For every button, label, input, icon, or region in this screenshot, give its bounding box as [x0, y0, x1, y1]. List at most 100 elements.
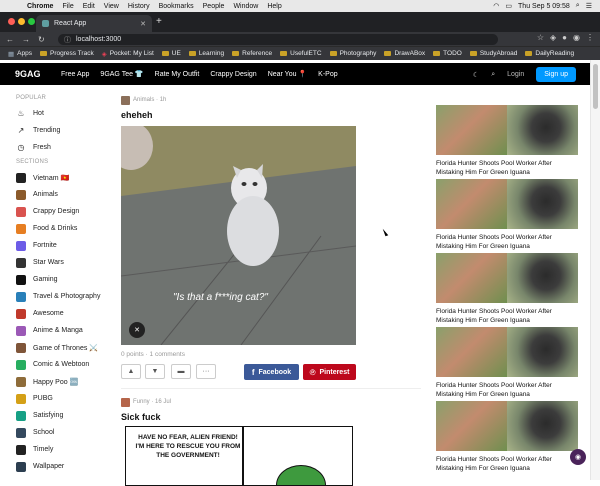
bookmark-item[interactable]: UsefulETC	[280, 50, 322, 57]
back-icon[interactable]: ←	[6, 35, 16, 44]
featured-title[interactable]: Florida Hunter Shoots Pool Worker After …	[436, 233, 578, 251]
sidebar-item-section[interactable]: Food & Drinks	[16, 220, 106, 237]
menu-people[interactable]: People	[203, 3, 225, 10]
post-section[interactable]: Funny	[133, 399, 150, 405]
nav-rate-my-outfit[interactable]: Rate My Outfit	[155, 71, 200, 78]
bookmark-item[interactable]: UE	[161, 50, 181, 57]
bookmark-item[interactable]: DrawABox	[384, 50, 425, 57]
bookmark-item[interactable]: TODO	[433, 50, 462, 57]
tab-react-app[interactable]: React App ✕	[36, 15, 152, 32]
post-title[interactable]: eheheh	[121, 110, 421, 122]
menu-help[interactable]: Help	[267, 3, 281, 10]
featured-thumbnail[interactable]	[436, 105, 578, 155]
bookmark-item[interactable]: StudyAbroad	[469, 50, 517, 57]
mute-icon[interactable]: ✕	[129, 322, 145, 338]
zoom-window-icon[interactable]	[28, 18, 35, 25]
sidebar-item-section[interactable]: PUBG	[16, 390, 106, 407]
featured-title[interactable]: Florida Hunter Shoots Pool Worker After …	[436, 159, 578, 177]
bookmark-item[interactable]: ▦ Apps	[8, 50, 32, 58]
bookmark-item[interactable]: Reference	[232, 50, 272, 57]
featured-title[interactable]: Florida Hunter Shoots Pool Worker After …	[436, 381, 578, 399]
sidebar-item-section[interactable]: Anime & Manga	[16, 322, 106, 339]
bookmark-item[interactable]: ◈ Pocket: My List	[102, 50, 154, 58]
menu-file[interactable]: File	[62, 3, 73, 10]
menu-bookmarks[interactable]: Bookmarks	[159, 3, 194, 10]
featured-thumbnail[interactable]	[436, 401, 578, 451]
featured-thumbnail[interactable]	[436, 179, 578, 229]
sidebar-item-section[interactable]: Gaming	[16, 271, 106, 288]
sidebar-item-section[interactable]: Crappy Design	[16, 203, 106, 220]
menu-edit[interactable]: Edit	[83, 3, 95, 10]
featured-card[interactable]: Florida Hunter Shoots Pool Worker After …	[436, 401, 578, 475]
sidebar-item-section[interactable]: Satisfying	[16, 407, 106, 424]
profile-icon[interactable]: ◉	[573, 33, 580, 42]
site-logo[interactable]: 9GAG	[15, 69, 50, 79]
nav-crappy-design[interactable]: Crappy Design	[210, 71, 256, 78]
featured-card[interactable]: Florida Hunter Shoots Pool Worker After …	[436, 253, 578, 327]
bookmark-item[interactable]: DailyReading	[525, 50, 574, 57]
sidebar-item-section[interactable]: Animals	[16, 186, 106, 203]
sidebar-item-section[interactable]: Awesome	[16, 305, 106, 322]
sidebar-item-section[interactable]: Wallpaper	[16, 458, 106, 475]
menu-list-icon[interactable]: ☰	[586, 2, 592, 10]
upvote-button[interactable]: ▲	[121, 364, 141, 379]
close-tab-icon[interactable]: ✕	[140, 20, 146, 28]
bookmark-item[interactable]: Photography	[329, 50, 376, 57]
sidebar-item-trending[interactable]: ↗ Trending	[16, 122, 106, 139]
page-scrollbar[interactable]	[590, 60, 600, 480]
post-section[interactable]: Animals	[133, 97, 154, 103]
nav-free-app[interactable]: Free App	[61, 71, 89, 78]
comment-button[interactable]: ▬	[171, 364, 191, 379]
more-icon[interactable]: ⋮	[586, 33, 594, 42]
scrollbar-thumb[interactable]	[593, 64, 598, 109]
dark-mode-icon[interactable]: ☾	[473, 71, 479, 79]
sidebar-item-section[interactable]: Timely	[16, 441, 106, 458]
sidebar-item-fresh[interactable]: ◷ Fresh	[16, 139, 106, 156]
bookmark-item[interactable]: Learning	[188, 50, 224, 57]
reload-icon[interactable]: ↻	[38, 35, 48, 44]
battery-icon[interactable]: ▭	[505, 2, 512, 10]
featured-card[interactable]: Florida Hunter Shoots Pool Worker After …	[436, 105, 578, 179]
post-video[interactable]: "Is that a f***ing cat?" ✕	[121, 126, 356, 345]
menu-history[interactable]: History	[128, 3, 150, 10]
section-avatar[interactable]	[121, 397, 130, 407]
new-tab-icon[interactable]: +	[156, 16, 162, 27]
wifi-icon[interactable]: ◠	[493, 2, 499, 10]
sidebar-item-hot[interactable]: ♨ Hot	[16, 105, 106, 122]
signup-button[interactable]: Sign up	[536, 67, 576, 82]
sidebar-item-section[interactable]: Happy Poo 🆒	[16, 373, 106, 390]
facebook-share-button[interactable]: f Facebook	[244, 364, 299, 380]
spotlight-icon[interactable]: ⌕	[576, 2, 580, 10]
search-icon[interactable]: ⌕	[491, 71, 495, 79]
nav-kpop[interactable]: K-Pop	[318, 71, 337, 78]
close-window-icon[interactable]	[8, 18, 15, 25]
sidebar-item-section[interactable]: Star Wars	[16, 254, 106, 271]
pocket-icon[interactable]: ◈	[550, 33, 556, 42]
sidebar-item-section[interactable]: Fortnite	[16, 237, 106, 254]
downvote-button[interactable]: ▼	[145, 364, 165, 379]
nav-near-you[interactable]: Near You 📍	[268, 70, 307, 78]
clock[interactable]: Thu Sep 5 09:58	[518, 3, 570, 10]
featured-title[interactable]: Florida Hunter Shoots Pool Worker After …	[436, 307, 578, 325]
featured-title[interactable]: Florida Hunter Shoots Pool Worker After …	[436, 455, 578, 473]
star-icon[interactable]: ☆	[537, 33, 544, 42]
sidebar-item-section[interactable]: Game of Thrones ⚔️	[16, 339, 106, 356]
section-avatar[interactable]	[121, 95, 130, 105]
login-link[interactable]: Login	[507, 71, 524, 78]
menu-window[interactable]: Window	[233, 3, 258, 10]
featured-card[interactable]: Florida Hunter Shoots Pool Worker After …	[436, 179, 578, 253]
sidebar-item-section[interactable]: Comic & Webtoon	[16, 356, 106, 373]
post-stats[interactable]: 0 points · 1 comments	[121, 351, 421, 358]
chat-icon[interactable]: ◉	[570, 449, 586, 465]
bookmark-item[interactable]: Progress Track	[39, 50, 94, 57]
featured-card[interactable]: Florida Hunter Shoots Pool Worker After …	[436, 327, 578, 401]
sidebar-item-section[interactable]: School	[16, 424, 106, 441]
info-icon[interactable]: ⓘ	[64, 35, 71, 45]
forward-icon[interactable]: →	[22, 35, 32, 44]
comic-image[interactable]: HAVE NO FEAR, ALIEN FRIEND! I'M HERE TO …	[125, 426, 353, 486]
address-bar[interactable]: ⓘ localhost:3000	[58, 34, 498, 45]
sidebar-item-section[interactable]: Travel & Photography	[16, 288, 106, 305]
pinterest-share-button[interactable]: ℗ Pinterest	[303, 364, 356, 380]
featured-thumbnail[interactable]	[436, 327, 578, 377]
menu-view[interactable]: View	[104, 3, 119, 10]
